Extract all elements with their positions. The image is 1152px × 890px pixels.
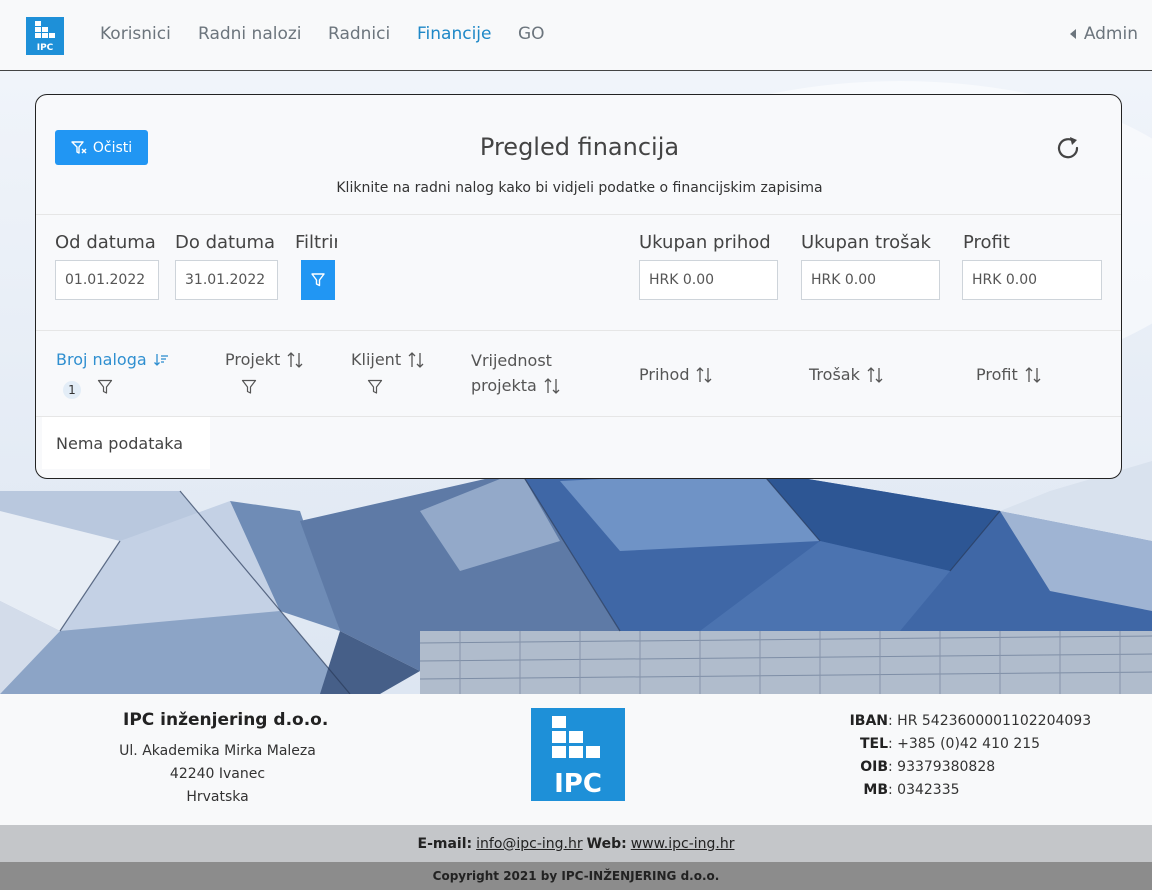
copyright: Copyright 2021 by IPC-INŽENJERING d.o.o. [0,862,1152,890]
col-vrijednost-projekta-line2[interactable]: projekta [471,376,561,395]
to-date-input[interactable]: 31.01.2022 [175,260,278,300]
info-key: MB [863,782,888,798]
profit-field: HRK 0.00 [962,260,1102,300]
empty-table-message: Nema podataka [42,417,210,469]
col-trosak[interactable]: Trošak [809,365,884,384]
sort-icon [408,351,424,368]
col-klijent[interactable]: Klijent [351,350,425,369]
profit-label: Profit [963,232,1010,253]
info-value: 93379380828 [897,759,996,775]
navbar: IPC Korisnici Radni nalozi Radnici Finan… [0,0,1152,71]
sort-icon [544,377,560,394]
info-key: IBAN [849,713,888,729]
email-label: E-mail: [417,835,473,852]
col-vrijednost-label: Vrijednost [471,351,552,370]
refresh-icon[interactable] [1055,135,1081,161]
filter-klijent-icon[interactable] [367,379,383,395]
filter-label-clip: Filtriraj [295,230,337,260]
total-cost-label: Ukupan trošak [801,232,931,253]
nav-radni-nalozi[interactable]: Radni nalozi [198,24,302,44]
caret-left-icon [1069,29,1076,39]
contact-bar: E-mail: info@ipc-ing.hr Web: www.ipc-ing… [0,825,1152,862]
filter-broj-naloga-icon[interactable] [97,379,113,395]
info-row: TEL: +385 (0)42 410 215 [760,733,1140,756]
to-date-label: Do datuma [175,232,276,253]
funnel-icon [311,273,325,287]
col-projekt-label: Projekt [225,350,281,369]
colon: : [888,759,898,775]
col-projekta-label: projekta [471,376,537,395]
address-line: Ul. Akademika Mirka Maleza [119,743,316,759]
col-trosak-label: Trošak [809,365,860,384]
colon: : [888,782,898,798]
company-address: Ul. Akademika Mirka Maleza 42240 Ivanec … [100,740,335,809]
divider [36,214,1121,215]
sort-icon [287,351,303,368]
total-cost-field: HRK 0.00 [801,260,940,300]
info-value: +385 (0)42 410 215 [897,736,1041,752]
ipc-logo-small[interactable]: IPC [26,17,64,55]
ipc-logo-large: IPC [531,708,625,801]
nav-radnici[interactable]: Radnici [328,24,390,44]
divider [36,330,1121,331]
sort-icon [1025,366,1041,383]
info-key: OIB [860,759,888,775]
filter-projekt-icon[interactable] [241,379,257,395]
info-row: IBAN: HR 5423600001102204093 [760,710,1140,733]
address-line: 42240 Ivanec [169,766,266,782]
colon: : [888,713,898,729]
col-prihod[interactable]: Prihod [639,365,713,384]
email-link[interactable]: info@ipc-ing.hr [476,836,583,852]
company-info: IBAN: HR 5423600001102204093 TEL: +385 (… [760,710,1140,802]
sort-order-badge: 1 [63,381,81,399]
filter-button[interactable] [301,260,335,300]
finance-card: Očisti Pregled financija Kliknite na rad… [35,94,1122,479]
total-income-label: Ukupan prihod [639,232,771,253]
nav-financije[interactable]: Financije [417,24,491,44]
web-link[interactable]: www.ipc-ing.hr [631,836,735,852]
from-date-input[interactable]: 01.01.2022 [55,260,159,300]
company-name: IPC inženjering d.o.o. [123,710,329,730]
col-prihod-label: Prihod [639,365,690,384]
col-profit-label: Profit [976,365,1018,384]
admin-label: Admin [1083,24,1138,44]
total-income-field: HRK 0.00 [639,260,778,300]
sort-icon [697,366,712,383]
info-row: OIB: 93379380828 [760,756,1140,779]
page-title: Pregled financija [479,133,680,161]
admin-menu[interactable]: Admin [1069,24,1138,44]
from-date-label: Od datuma [55,232,156,253]
nav-korisnici[interactable]: Korisnici [100,24,171,44]
address-line: Hrvatska [186,789,249,805]
page-subtitle: Kliknite na radni nalog kako bi vidjeli … [336,180,823,196]
info-row: MB: 0342335 [760,779,1140,802]
filter-label: Filtriraj [295,232,337,253]
col-vrijednost-projekta[interactable]: Vrijednost [471,351,552,370]
col-projekt[interactable]: Projekt [225,350,304,369]
info-value: HR 5423600001102204093 [897,713,1092,729]
web-label: Web: [586,835,627,852]
info-key: TEL [859,736,888,752]
footer: IPC inženjering d.o.o. Ul. Akademika Mir… [0,694,1152,825]
col-broj-naloga[interactable]: Broj naloga [56,350,169,369]
sort-desc-icon [153,353,168,366]
col-broj-naloga-label: Broj naloga [56,350,147,369]
info-value: 0342335 [897,782,960,798]
sort-icon [867,366,883,383]
svg-text:IPC: IPC [554,769,602,799]
col-klijent-label: Klijent [351,350,402,369]
col-profit[interactable]: Profit [976,365,1042,384]
colon: : [888,736,898,752]
nav-go[interactable]: GO [518,24,545,44]
svg-text:IPC: IPC [37,43,54,53]
